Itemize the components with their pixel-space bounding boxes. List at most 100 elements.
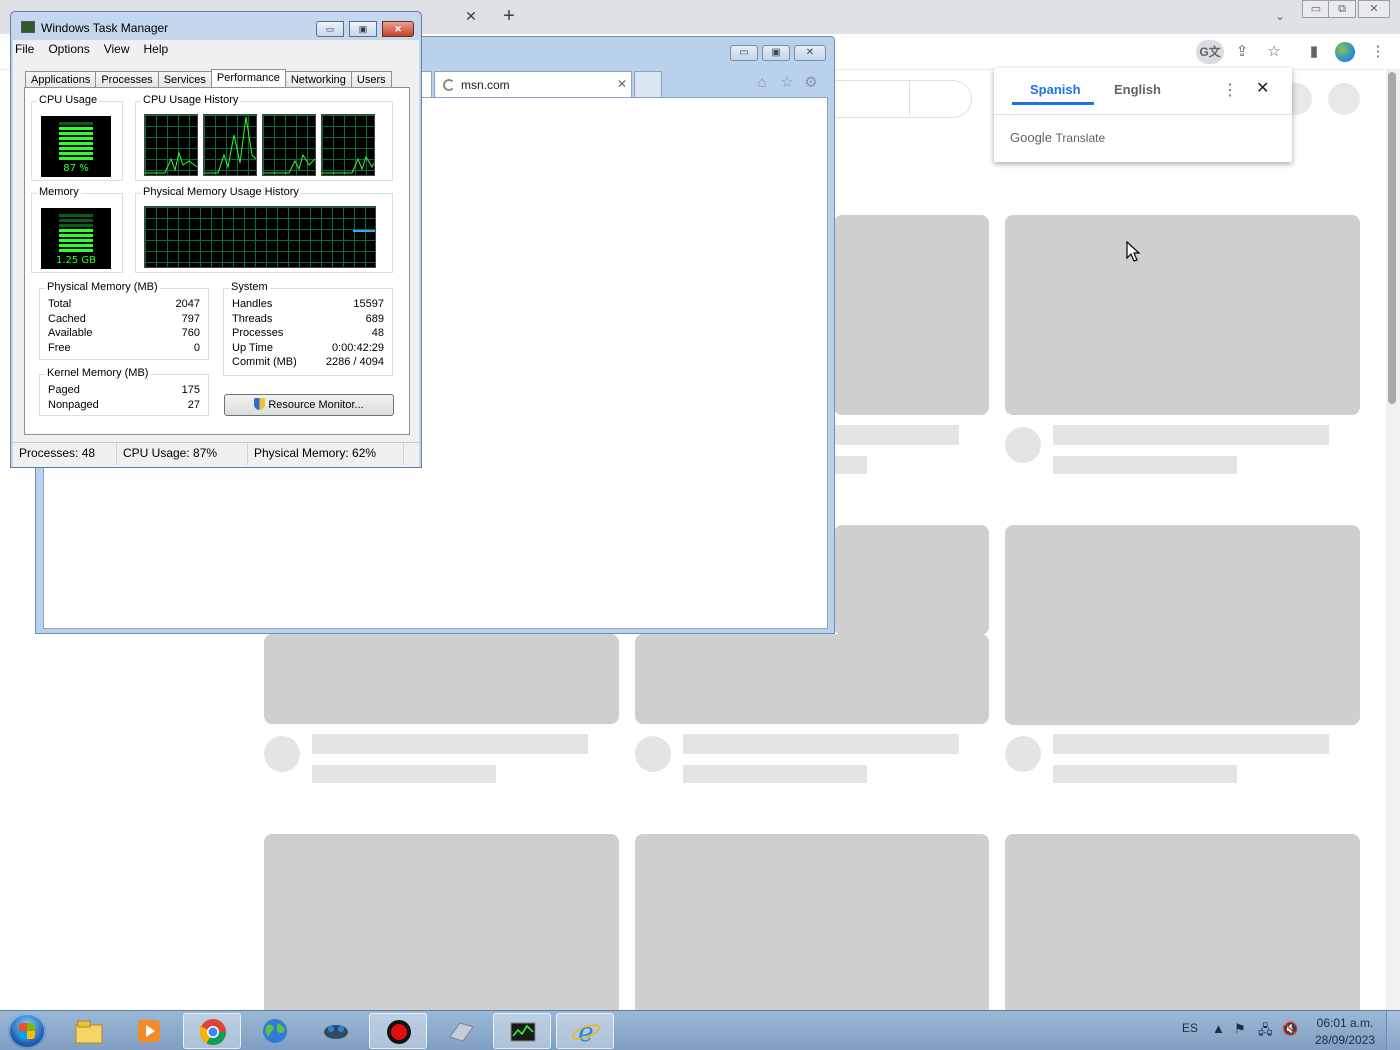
stat-key: Commit (MB) [232,356,297,368]
taskbar-internet-explorer[interactable]: e [556,1013,614,1049]
scrollbar-thumb[interactable] [1388,72,1396,404]
stat-key: Paged [48,384,80,396]
menu-file[interactable]: File [15,42,34,56]
title-placeholder [834,425,959,445]
taskbar-disk-app[interactable] [432,1013,490,1049]
media-player-icon [138,1020,160,1042]
share-icon[interactable]: ⇪ [1230,41,1254,63]
chrome-restore-button[interactable]: ⧉ [1328,0,1356,18]
maximize-button[interactable]: ▣ [349,21,377,37]
taskbar-network-app[interactable] [307,1013,365,1049]
chrome-icon [199,1019,227,1046]
cpu-core-line [322,155,375,174]
chrome-tab-search-icon[interactable]: ⌄ [1270,6,1290,26]
system-group: System Handles 15597 Threads 689 Processes… [223,281,393,376]
windows-logo-icon [19,1023,35,1039]
translate-wordmark: Translate [1055,131,1106,145]
minimize-button[interactable]: ▭ [316,21,344,37]
translate-tab-spanish[interactable]: Spanish [1030,82,1081,97]
video-thumbnail-placeholder [834,525,989,635]
ie-tab-close-icon[interactable]: ✕ [617,77,627,91]
close-icon[interactable]: ✕ [1256,78,1269,98]
video-thumbnail-placeholder [1005,525,1360,725]
language-indicator[interactable]: ES [1182,1021,1198,1035]
title-placeholder [1053,425,1329,445]
kernel-memory-group: Kernel Memory (MB) Paged 175 Nonpaged 27 [39,367,209,416]
taskbar-recorder[interactable] [369,1013,427,1049]
cpu-core-line [204,116,257,174]
ie-new-tab-button[interactable] [634,71,662,97]
folder-icon [75,1020,103,1044]
chrome-close-button[interactable]: ✕ [1358,0,1390,18]
taskbar-explorer[interactable] [60,1013,118,1049]
system-clock[interactable]: 06:01 a.m. 28/09/2023 [1305,1015,1385,1049]
meter-segment [59,137,93,140]
menu-view[interactable]: View [104,42,130,56]
video-thumbnail-placeholder [834,215,989,415]
chrome-menu-icon[interactable]: ⋮ [1366,41,1390,63]
menu-help[interactable]: Help [144,42,169,56]
chrome-tab-close-icon[interactable]: ✕ [462,6,480,26]
action-center-flag-icon[interactable]: ⚑ [1234,1021,1246,1037]
google-wordmark: Google [1010,130,1052,145]
video-thumbnail-placeholder [1005,834,1360,1010]
volume-muted-icon[interactable]: 🔇 [1282,1021,1298,1037]
status-bar: Processes: 48 CPU Usage: 87% Physical Me… [13,442,419,465]
memory-history-line [353,230,375,232]
ie-maximize-button[interactable]: ▣ [762,45,790,61]
physical-memory-label: Physical Memory (MB) [45,281,160,293]
ie-close-button[interactable]: ✕ [794,45,826,61]
translate-icon[interactable]: G文 [1196,40,1224,64]
ie-minimize-button[interactable]: ▭ [730,45,758,61]
favorites-star-icon[interactable]: ☆ [777,73,797,93]
channel-avatar-placeholder [264,736,300,772]
start-button[interactable] [8,1013,46,1049]
side-panel-icon[interactable]: ▮ [1302,41,1326,63]
profile-avatar[interactable] [1335,42,1355,62]
task-manager-titlebar[interactable]: Windows Task Manager ▭ ▣ ✕ [11,12,421,40]
meter-segment [59,219,93,222]
resource-monitor-button[interactable]: Resource Monitor... [224,394,394,416]
stat-key: Up Time [232,342,273,354]
tools-gear-icon[interactable]: ⚙ [801,73,821,93]
record-icon [387,1020,411,1044]
memory-history-graph [144,206,376,268]
show-hidden-icons-chevron-icon[interactable]: ▲ [1212,1021,1225,1036]
channel-avatar-placeholder [1005,736,1041,772]
stat-value: 0 [193,342,200,354]
stat-value: 48 [371,327,384,339]
cpu-core-line [263,153,316,174]
more-options-icon[interactable]: ⋮ [1222,80,1238,100]
translate-popup: Spanish English ⋮ ✕ Google Translate [994,68,1292,162]
stat-key: Cached [48,313,86,325]
network-icon[interactable]: 🖧 [1258,1021,1273,1043]
meter-segment [59,122,93,125]
status-cpu-usage: CPU Usage: 87% [117,443,248,465]
status-physical-memory: Physical Memory: 62% [248,443,404,465]
chrome-minimize-button[interactable]: ▭ [1302,0,1330,18]
ie-tab-msn[interactable]: msn.com ✕ [434,71,632,97]
meta-placeholder [312,765,496,783]
resize-grip-icon[interactable] [404,443,419,465]
taskbar-chrome[interactable] [183,1013,241,1049]
show-desktop-button[interactable] [1386,1011,1400,1050]
cpu-meter-bars [59,122,93,162]
search-input[interactable] [820,80,972,118]
taskbar-media-player[interactable] [120,1013,178,1049]
meta-placeholder [1053,765,1237,783]
stat-value: 2286 / 4094 [325,356,384,368]
task-manager-body: File Options View Help Applications Processe… [13,40,419,467]
close-button[interactable]: ✕ [382,21,414,37]
cpu-core-graph [321,114,375,176]
bookmark-star-icon[interactable]: ☆ [1262,41,1286,63]
menu-options[interactable]: Options [48,42,89,56]
taskbar-task-manager[interactable] [493,1013,551,1049]
header-avatar-placeholder [1328,83,1360,115]
memory-value: 1.25 GB [55,255,97,266]
home-icon[interactable]: ⌂ [752,73,772,93]
taskbar-globe-app[interactable] [246,1013,304,1049]
translate-tab-english[interactable]: English [1114,82,1161,97]
performance-panel: CPU Usage 87 % CPU Usage History Memory [24,87,410,435]
chrome-new-tab-button[interactable]: + [498,4,520,28]
meter-segment [59,244,93,247]
